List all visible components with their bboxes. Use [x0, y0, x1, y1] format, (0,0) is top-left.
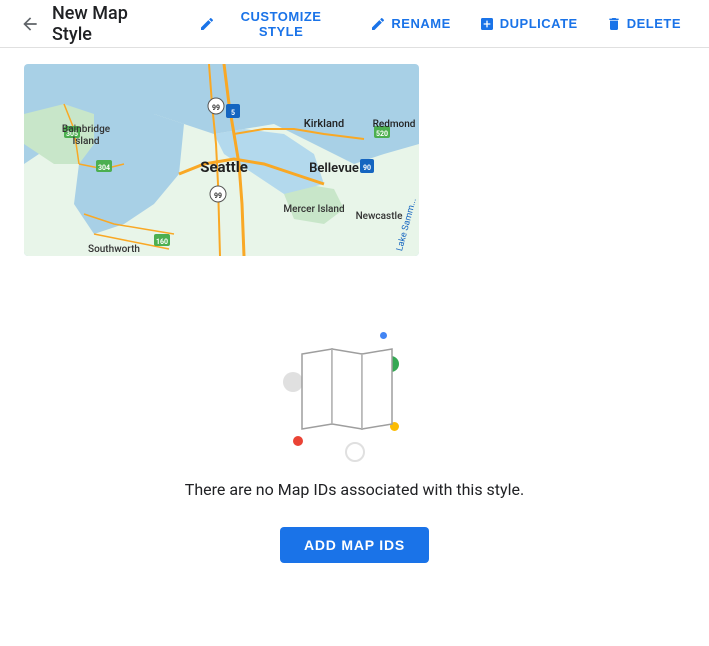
svg-text:Redmond: Redmond [373, 119, 416, 130]
empty-message: There are no Map IDs associated with thi… [185, 480, 524, 499]
svg-text:Southworth: Southworth [88, 244, 140, 255]
svg-text:160: 160 [156, 238, 168, 246]
map-preview: 5 90 99 99 520 305 304 160 Bainbridge Is… [24, 64, 419, 256]
svg-text:Bainbridge: Bainbridge [62, 124, 111, 135]
svg-text:99: 99 [214, 192, 222, 200]
page-header: New Map Style CUSTOMIZE STYLE RENAME DUP… [0, 0, 709, 48]
empty-state: There are no Map IDs associated with thi… [24, 288, 685, 595]
duplicate-button[interactable]: DUPLICATE [467, 10, 590, 38]
dot-white-circle [345, 442, 365, 462]
duplicate-icon [479, 16, 495, 32]
page-title: New Map Style [52, 3, 171, 45]
customize-icon [199, 16, 215, 32]
rename-label: RENAME [391, 16, 450, 31]
svg-text:5: 5 [231, 109, 235, 117]
duplicate-label: DUPLICATE [500, 16, 578, 31]
svg-text:Bellevue: Bellevue [309, 161, 359, 176]
dot-blue-top [380, 332, 387, 339]
back-button[interactable] [16, 10, 44, 38]
svg-text:Newcastle: Newcastle [356, 211, 404, 222]
svg-text:520: 520 [376, 130, 388, 138]
svg-text:90: 90 [363, 164, 371, 172]
svg-text:99: 99 [212, 104, 220, 112]
svg-text:304: 304 [98, 164, 110, 172]
main-content: 5 90 99 99 520 305 304 160 Bainbridge Is… [0, 48, 709, 611]
rename-icon [370, 16, 386, 32]
arrow-back-icon [20, 14, 40, 34]
map-image: 5 90 99 99 520 305 304 160 Bainbridge Is… [24, 64, 419, 256]
svg-text:Mercer Island: Mercer Island [283, 204, 345, 215]
trash-icon [606, 16, 622, 32]
rename-button[interactable]: RENAME [358, 10, 462, 38]
empty-illustration [265, 304, 445, 464]
svg-text:Island: Island [72, 136, 99, 147]
svg-text:Seattle: Seattle [200, 158, 248, 176]
delete-label: DELETE [627, 16, 681, 31]
add-map-ids-button[interactable]: ADD MAP IDS [280, 527, 429, 563]
dot-red [293, 436, 303, 446]
delete-button[interactable]: DELETE [594, 10, 693, 38]
customize-style-button[interactable]: CUSTOMIZE STYLE [187, 3, 355, 45]
header-actions: CUSTOMIZE STYLE RENAME DUPLICATE DELETE [187, 3, 693, 45]
customize-label: CUSTOMIZE STYLE [220, 9, 343, 39]
folded-map-icon [297, 344, 397, 434]
svg-text:Kirkland: Kirkland [304, 117, 344, 130]
